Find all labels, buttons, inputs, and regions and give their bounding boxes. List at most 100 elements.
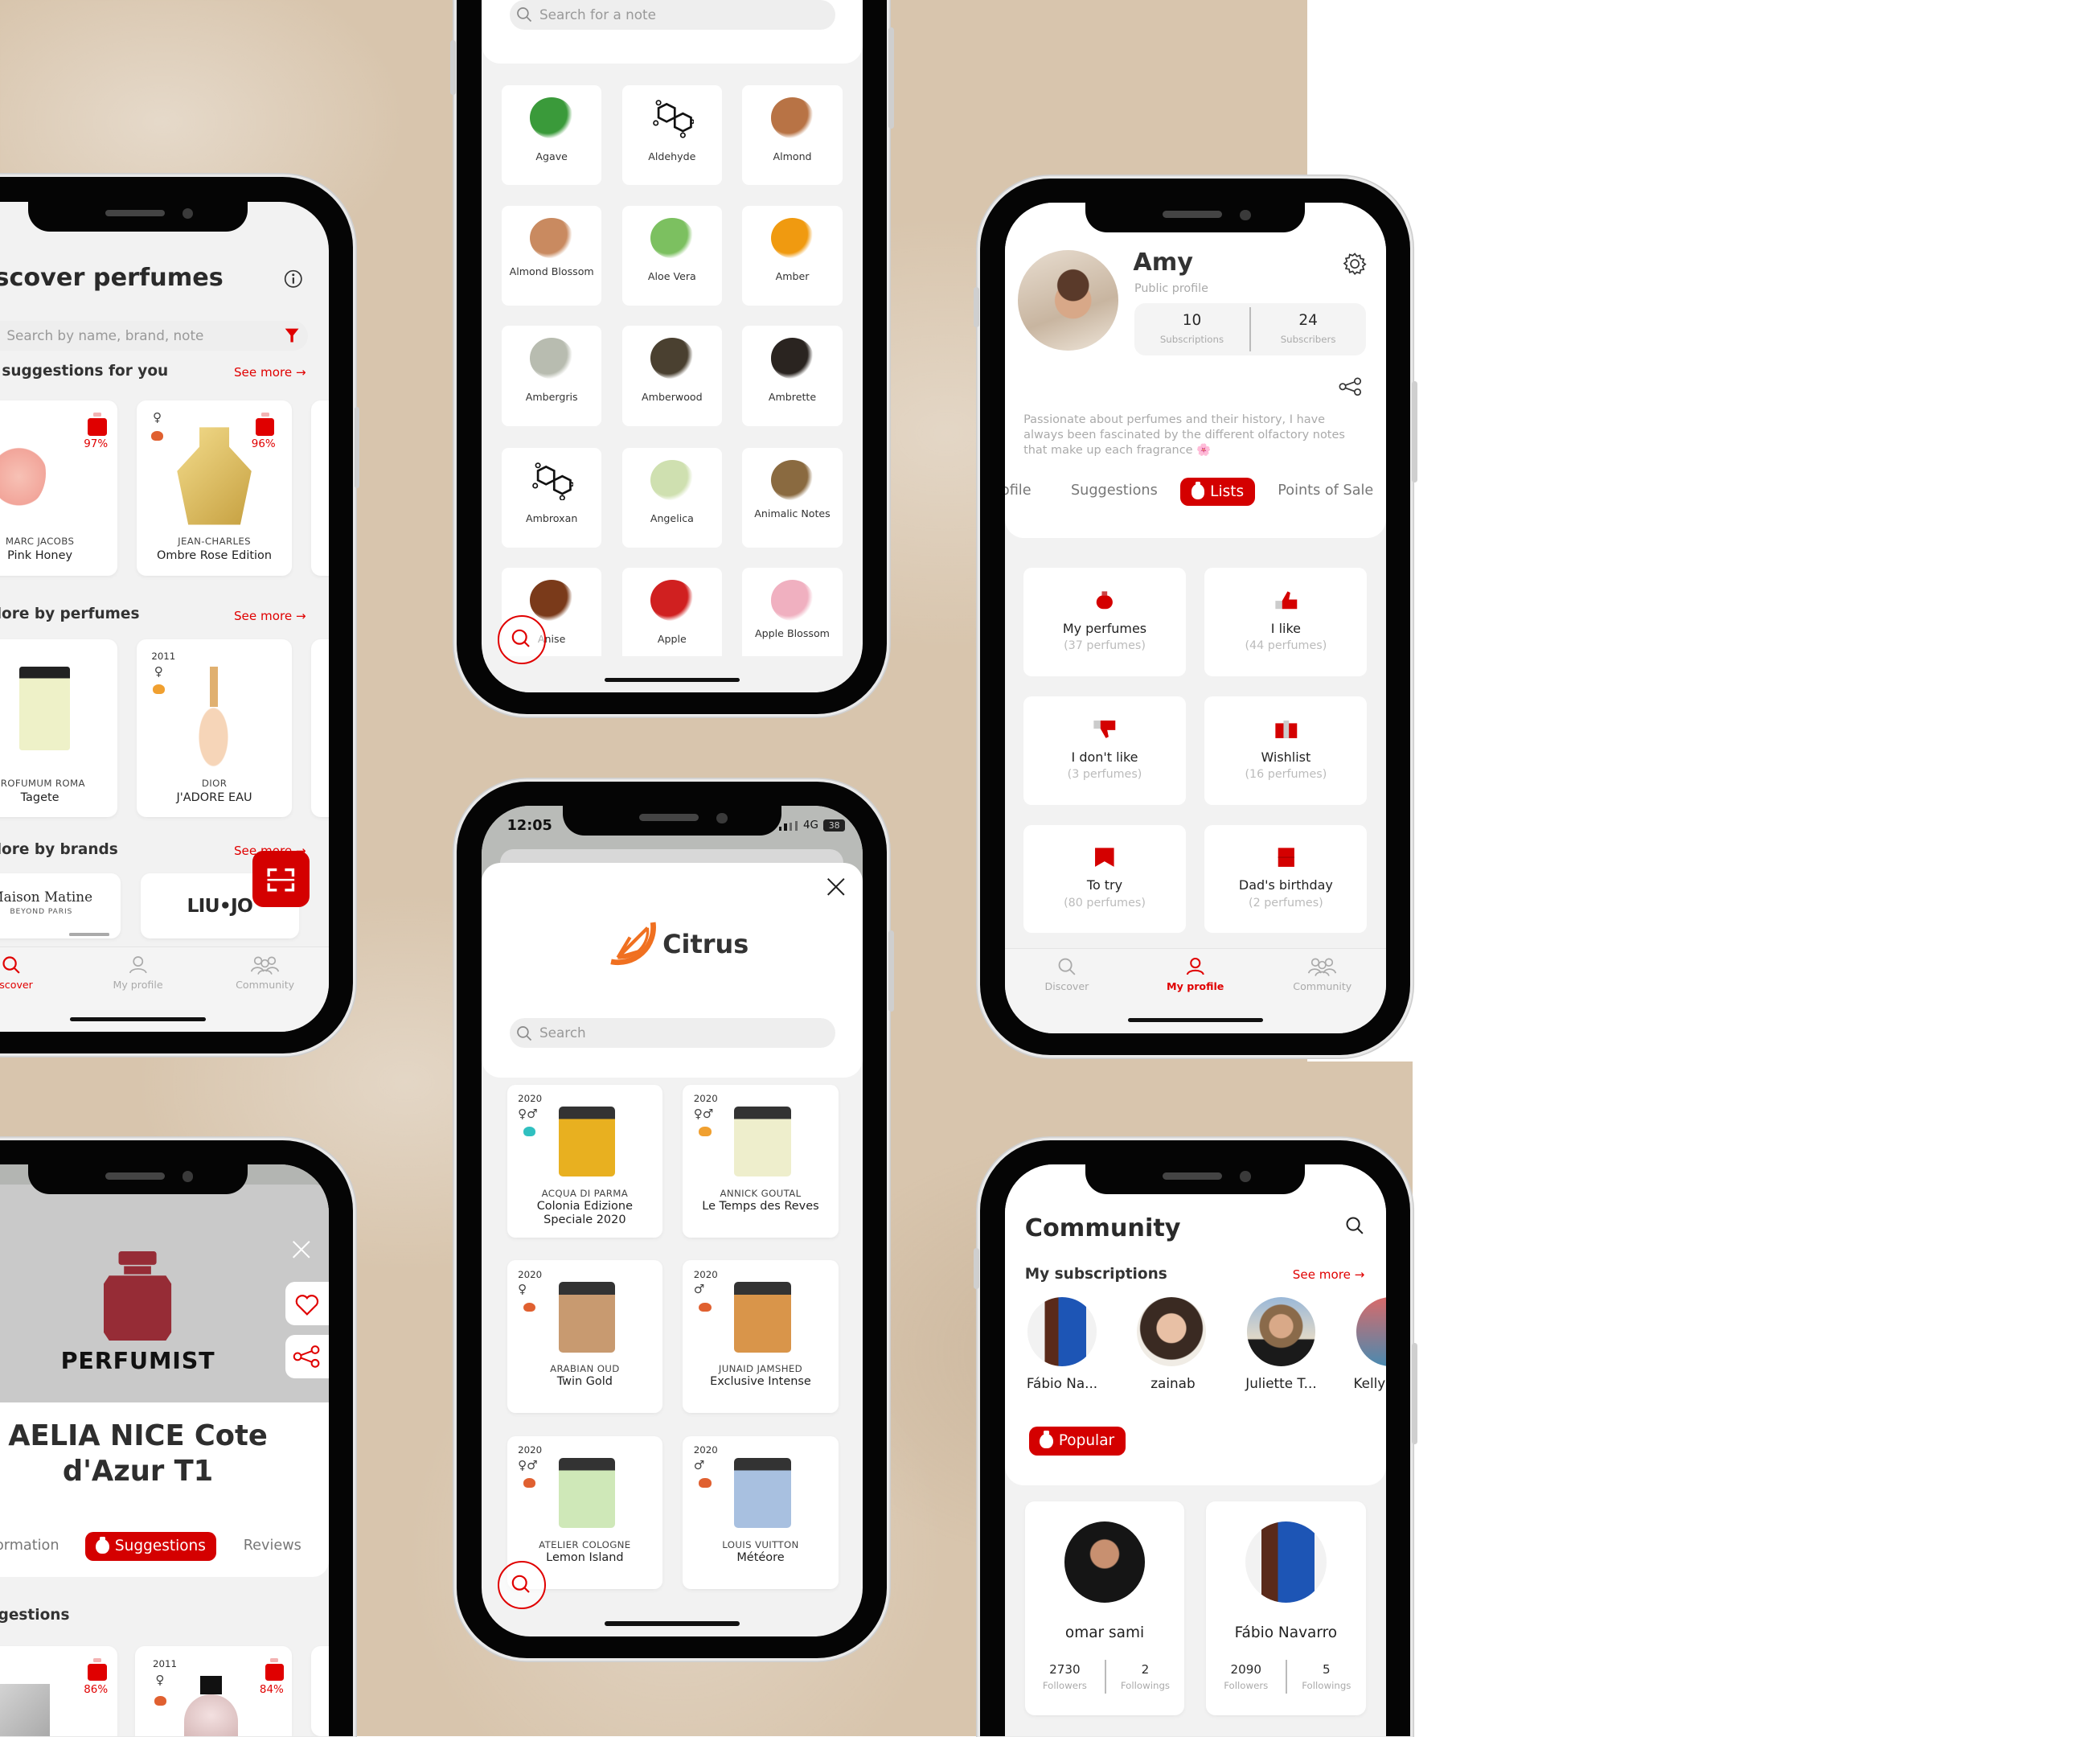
list-card[interactable]: My perfumes (37 perfumes) [1023,568,1186,676]
note-card[interactable]: Angelica [621,447,723,548]
tab-suggestions[interactable]: Suggestions [1071,482,1158,499]
drop-icon [1040,1431,1054,1449]
brand: JUNAID JAMSHED [718,1363,803,1375]
brand: ARABIAN OUD [550,1363,620,1375]
note-card[interactable]: Almond [742,84,843,186]
brand: ANNICK GOUTAL [720,1187,802,1199]
gender-icon: ♂ [693,1457,705,1472]
note-card[interactable]: Ambrette [742,326,843,426]
info-icon[interactable] [284,269,303,289]
close-icon[interactable] [826,877,846,897]
tab-lists[interactable]: Lists [1180,477,1255,506]
gift-icon [1274,721,1297,739]
subscription-avatar[interactable] [1137,1296,1207,1366]
note-card[interactable]: Aloe Vera [621,205,723,306]
perfume-card[interactable] [310,1645,329,1737]
note-card[interactable]: Apple Blossom [742,568,843,668]
subscribers-label: Subscribers [1280,334,1336,346]
subscription-avatar[interactable] [1246,1296,1316,1366]
perfume-card[interactable]: 2020 ♀♂ ACQUA DI PARMA Colonia Edizione … [507,1084,663,1238]
search-input[interactable]: Search by name, brand, note [0,320,309,351]
nav-community[interactable]: Community [1275,957,1370,992]
close-icon[interactable] [292,1240,311,1259]
perfume-card[interactable]: ♀ 96% JEAN-CHARLES Ombre Rose Edition [136,400,293,577]
filter-icon[interactable] [284,327,300,343]
note-card[interactable]: Ambergris [501,326,602,426]
perfume-card[interactable] [310,400,329,577]
filter-label: Popular [1058,1432,1115,1450]
note-card[interactable]: Amber [742,205,843,306]
perfume-card[interactable]: 2020 ♀ ARABIAN OUD Twin Gold [507,1260,663,1414]
note-label: Aldehyde [648,150,696,162]
subscribers-count[interactable]: 24 [1251,312,1366,329]
see-more-link[interactable]: See more → [234,365,306,380]
community-icon [1308,958,1337,976]
tab-information[interactable]: Information [0,1538,59,1554]
note-card[interactable]: Agave [501,84,602,186]
note-card[interactable]: Almond Blossom [501,205,602,306]
profile-bio: Passionate about perfumes and their hist… [1023,413,1345,458]
search-input[interactable]: Search [510,1018,836,1049]
perfume-image [199,1675,222,1695]
note-card[interactable]: Aldehyde [621,84,723,186]
list-card[interactable]: Wishlist (16 perfumes) [1204,696,1368,805]
note-label: Amber [775,270,810,283]
note-label: Ambroxan [525,512,578,525]
brand-card[interactable]: Maison Matine BEYOND PARIS [0,873,121,939]
perfume-card[interactable]: 2011 ♀ 84% [135,1645,293,1737]
followers-label: Followers [1042,1679,1087,1691]
perfume-card[interactable]: 97% MARC JACOBS Pink Honey [0,400,118,577]
user-card[interactable]: Fábio Navarro 2090 Followers 5 Following… [1206,1501,1366,1715]
favorite-button[interactable] [285,1282,329,1326]
perfume-card[interactable]: 2020 ♂ LOUIS VUITTON Météore [683,1436,839,1590]
subscription-avatar[interactable] [1027,1296,1097,1366]
see-more-link[interactable]: See more → [234,609,306,623]
scroll-indicator[interactable] [68,933,110,936]
tab-suggestions[interactable]: Suggestions [84,1532,217,1561]
perfume-card[interactable]: 2020 ♀♂ ANNICK GOUTAL Le Temps des Reves [683,1084,839,1238]
perfume-card[interactable]: PROFUMUM ROMA Tagete [0,639,118,817]
perfume-card[interactable] [310,639,329,817]
list-card[interactable]: Dad's birthday (2 perfumes) [1204,824,1368,934]
perfume-card[interactable]: 2011 ♀ DIOR J'ADORE EAU [136,639,293,817]
filter-popular[interactable]: Popular [1028,1427,1126,1456]
perfume-card[interactable]: 2020 ♂ JUNAID JAMSHED Exclusive Intense [683,1260,839,1414]
nav-my-profile[interactable]: My profile [91,955,186,991]
perfume-card[interactable]: 86% [0,1645,118,1737]
subscriptions-label: Subscriptions [1159,334,1224,346]
note-card[interactable]: Animalic Notes [742,447,843,548]
note-search-input[interactable]: Search for a note [510,0,836,30]
year: 2011 [151,650,176,662]
nav-discover[interactable]: Discover [0,955,58,991]
perfume-name: Météore [736,1551,785,1564]
brand: PROFUMUM ROMA [0,778,85,789]
user-card[interactable]: omar sami 2730 Followers 2 Followings [1024,1501,1185,1715]
see-more-link[interactable]: See more → [1293,1267,1365,1282]
nav-discover[interactable]: Discover [1019,957,1114,992]
gear-icon[interactable] [1343,252,1367,276]
tab-reviews[interactable]: Reviews [244,1538,301,1554]
nav-my-profile[interactable]: My profile [1148,957,1243,992]
note-card[interactable]: Amberwood [621,326,723,426]
tab-points-of-sale[interactable]: Points of Sale [1278,482,1373,499]
share-button[interactable] [285,1334,329,1378]
scan-button[interactable] [252,850,310,908]
tab-profile[interactable]: Profile [1005,482,1032,499]
list-card[interactable]: To try (80 perfumes) [1023,824,1186,934]
year: 2020 [693,1444,718,1456]
share-icon[interactable] [1339,377,1363,396]
subscriptions-count[interactable]: 10 [1134,312,1249,329]
list-count: (80 perfumes) [1064,897,1146,910]
avatar[interactable] [1018,250,1118,351]
nav-community[interactable]: Community [218,955,313,991]
match-icon [255,412,275,436]
note-label: Ambrette [768,391,817,404]
list-card[interactable]: I don't like (3 perfumes) [1023,696,1186,805]
list-card[interactable]: I like (44 perfumes) [1204,568,1368,676]
note-card[interactable]: Ambroxan [501,447,602,548]
search-fab[interactable] [497,615,547,664]
search-icon[interactable] [1345,1216,1364,1235]
network-label: 4G [802,819,818,832]
search-fab[interactable] [497,1560,547,1610]
note-card[interactable]: Apple [621,568,723,668]
